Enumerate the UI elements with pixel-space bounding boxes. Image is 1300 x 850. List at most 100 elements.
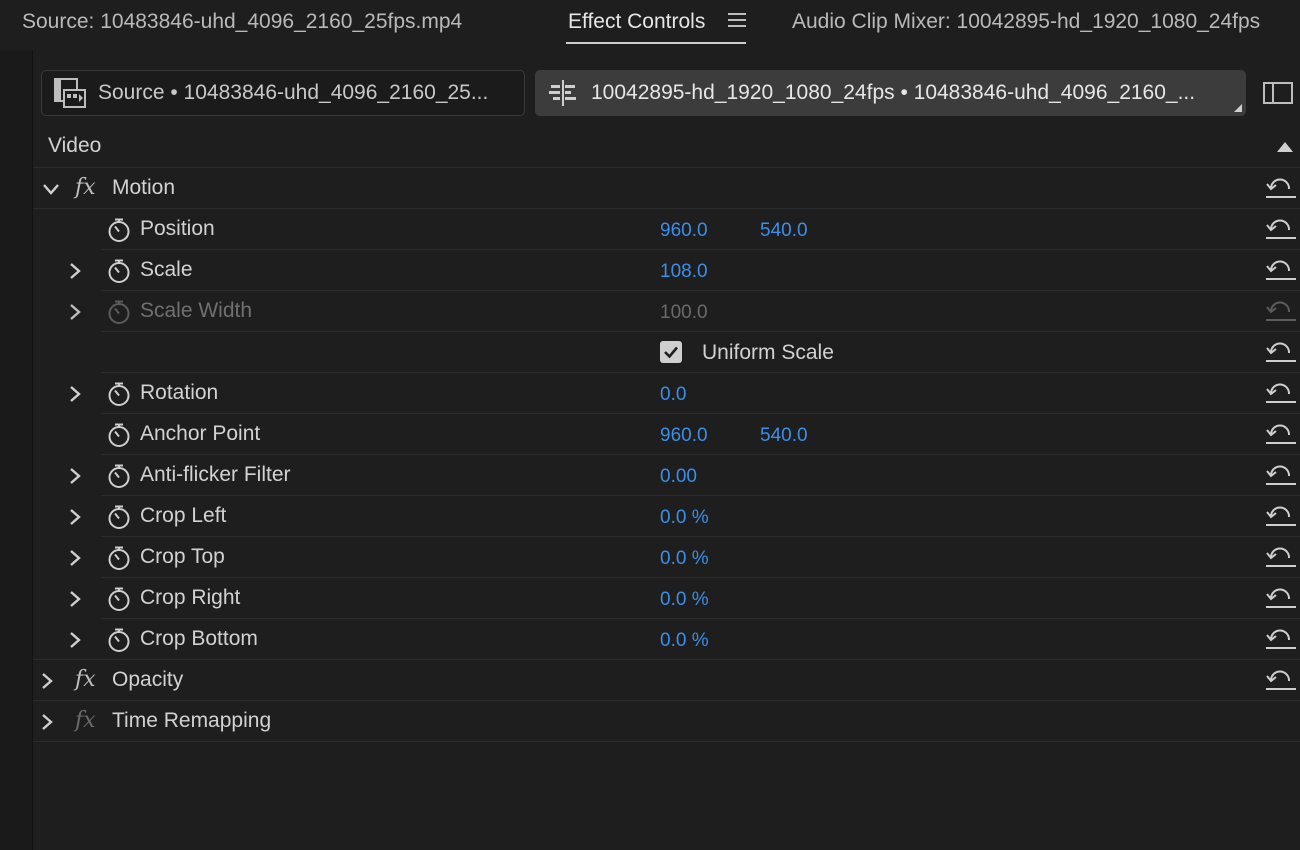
stopwatch-icon[interactable] <box>106 422 132 448</box>
anchor-y-value[interactable]: 540.0 <box>760 425 808 447</box>
uniform-scale-checkbox[interactable] <box>660 341 682 363</box>
property-label: Rotation <box>140 381 219 404</box>
property-crop-bottom: Crop Bottom 0.0 % <box>33 619 1300 660</box>
tab-audio-clip-mixer[interactable]: Audio Clip Mixer: 10042895-hd_1920_1080_… <box>792 10 1260 34</box>
rotation-value[interactable]: 0.0 <box>660 384 686 406</box>
property-crop-right: Crop Right 0.0 % <box>33 578 1300 619</box>
position-x-value[interactable]: 960.0 <box>660 220 708 242</box>
source-clip-label: Source • 10483846-uhd_4096_2160_25... <box>98 81 489 104</box>
property-scale-width: Scale Width 100.0 <box>33 291 1300 332</box>
property-uniform-scale: Uniform Scale <box>33 332 1300 373</box>
scale-width-value: 100.0 <box>660 302 708 323</box>
source-clip-icon <box>54 78 86 108</box>
stopwatch-icon[interactable] <box>106 217 132 243</box>
reset-icon[interactable] <box>1265 586 1297 610</box>
active-tab-underline <box>566 42 746 44</box>
fx-icon[interactable]: fx <box>75 667 96 692</box>
property-label: Scale Width <box>140 299 253 322</box>
stopwatch-icon <box>106 299 132 325</box>
position-y-value[interactable]: 540.0 <box>760 220 808 242</box>
effect-opacity-label: Opacity <box>112 668 184 691</box>
panel-tab-bar: Source: 10483846-uhd_4096_2160_25fps.mp4… <box>0 0 1300 50</box>
checkmark-icon <box>664 346 678 359</box>
panel-toggle-icon[interactable] <box>1263 82 1293 104</box>
chevron-right-icon[interactable] <box>39 713 55 731</box>
video-section-label: Video <box>48 134 102 157</box>
reset-icon[interactable] <box>1265 258 1297 282</box>
property-rotation: Rotation 0.0 <box>33 373 1300 414</box>
reset-icon[interactable] <box>1265 381 1297 405</box>
clip-header: Source • 10483846-uhd_4096_2160_25... 10… <box>33 60 1300 124</box>
chevron-right-icon[interactable] <box>67 549 83 567</box>
reset-icon[interactable] <box>1265 176 1297 200</box>
property-label: Anti-flicker Filter <box>140 463 291 486</box>
property-label: Crop Left <box>140 504 227 527</box>
reset-icon[interactable] <box>1265 217 1297 241</box>
property-anti-flicker: Anti-flicker Filter 0.00 <box>33 455 1300 496</box>
crop-top-value[interactable]: 0.0 % <box>660 548 709 570</box>
reset-icon[interactable] <box>1265 422 1297 446</box>
reset-icon <box>1265 299 1297 323</box>
fx-icon: fx <box>75 708 96 733</box>
reset-icon[interactable] <box>1265 504 1297 528</box>
scroll-up-icon[interactable] <box>1277 142 1293 152</box>
tab-effect-controls[interactable]: Effect Controls <box>568 10 705 34</box>
property-label: Anchor Point <box>140 422 261 445</box>
property-position: Position 960.0 540.0 <box>33 209 1300 250</box>
video-section-header: Video <box>33 126 1300 168</box>
effect-rows: Video fx Motion Position 960.0 540.0 Sca… <box>33 126 1300 742</box>
chevron-right-icon[interactable] <box>67 385 83 403</box>
anti-flicker-value[interactable]: 0.00 <box>660 466 697 488</box>
reset-icon[interactable] <box>1265 340 1297 364</box>
uniform-scale-label: Uniform Scale <box>702 341 834 364</box>
property-label: Crop Right <box>140 586 241 609</box>
property-label: Crop Top <box>140 545 225 568</box>
stopwatch-icon[interactable] <box>106 586 132 612</box>
property-label: Position <box>140 217 215 240</box>
crop-left-value[interactable]: 0.0 % <box>660 507 709 529</box>
effect-time-remapping-label: Time Remapping <box>112 709 272 732</box>
crop-right-value[interactable]: 0.0 % <box>660 589 709 611</box>
chevron-right-icon[interactable] <box>67 467 83 485</box>
effect-motion[interactable]: fx Motion <box>33 168 1300 209</box>
stopwatch-icon[interactable] <box>106 463 132 489</box>
chevron-right-icon[interactable] <box>67 590 83 608</box>
property-scale: Scale 108.0 <box>33 250 1300 291</box>
effect-motion-label: Motion <box>112 176 176 199</box>
chevron-right-icon[interactable] <box>67 631 83 649</box>
stopwatch-icon[interactable] <box>106 545 132 571</box>
reset-icon[interactable] <box>1265 545 1297 569</box>
source-clip-button[interactable]: Source • 10483846-uhd_4096_2160_25... <box>41 70 525 116</box>
effect-controls-panel: Source • 10483846-uhd_4096_2160_25... 10… <box>33 60 1300 850</box>
property-label: Crop Bottom <box>140 627 258 650</box>
chevron-down-icon[interactable] <box>42 181 60 197</box>
stopwatch-icon[interactable] <box>106 627 132 653</box>
tab-source-monitor[interactable]: Source: 10483846-uhd_4096_2160_25fps.mp4 <box>22 10 462 34</box>
stopwatch-icon[interactable] <box>106 258 132 284</box>
stopwatch-icon[interactable] <box>106 381 132 407</box>
menu-icon[interactable] <box>728 13 746 29</box>
crop-bottom-value[interactable]: 0.0 % <box>660 630 709 652</box>
property-crop-top: Crop Top 0.0 % <box>33 537 1300 578</box>
stopwatch-icon[interactable] <box>106 504 132 530</box>
property-anchor-point: Anchor Point 960.0 540.0 <box>33 414 1300 455</box>
dropdown-corner-icon[interactable] <box>1234 104 1242 112</box>
chevron-right-icon[interactable] <box>67 508 83 526</box>
reset-icon[interactable] <box>1265 627 1297 651</box>
sequence-clip-label: 10042895-hd_1920_1080_24fps • 10483846-u… <box>591 81 1196 104</box>
reset-icon[interactable] <box>1265 463 1297 487</box>
fx-icon[interactable]: fx <box>75 175 96 200</box>
chevron-right-icon[interactable] <box>39 672 55 690</box>
reset-icon[interactable] <box>1265 668 1297 692</box>
chevron-right-icon[interactable] <box>67 303 83 321</box>
chevron-right-icon[interactable] <box>67 262 83 280</box>
property-label: Scale <box>140 258 193 281</box>
sequence-clip-button[interactable]: 10042895-hd_1920_1080_24fps • 10483846-u… <box>535 70 1246 116</box>
scale-value[interactable]: 108.0 <box>660 261 708 283</box>
sequence-icon <box>549 80 576 106</box>
effect-opacity[interactable]: fx Opacity <box>33 660 1300 701</box>
left-gutter <box>0 50 33 850</box>
anchor-x-value[interactable]: 960.0 <box>660 425 708 447</box>
property-crop-left: Crop Left 0.0 % <box>33 496 1300 537</box>
effect-time-remapping[interactable]: fx Time Remapping <box>33 701 1300 742</box>
